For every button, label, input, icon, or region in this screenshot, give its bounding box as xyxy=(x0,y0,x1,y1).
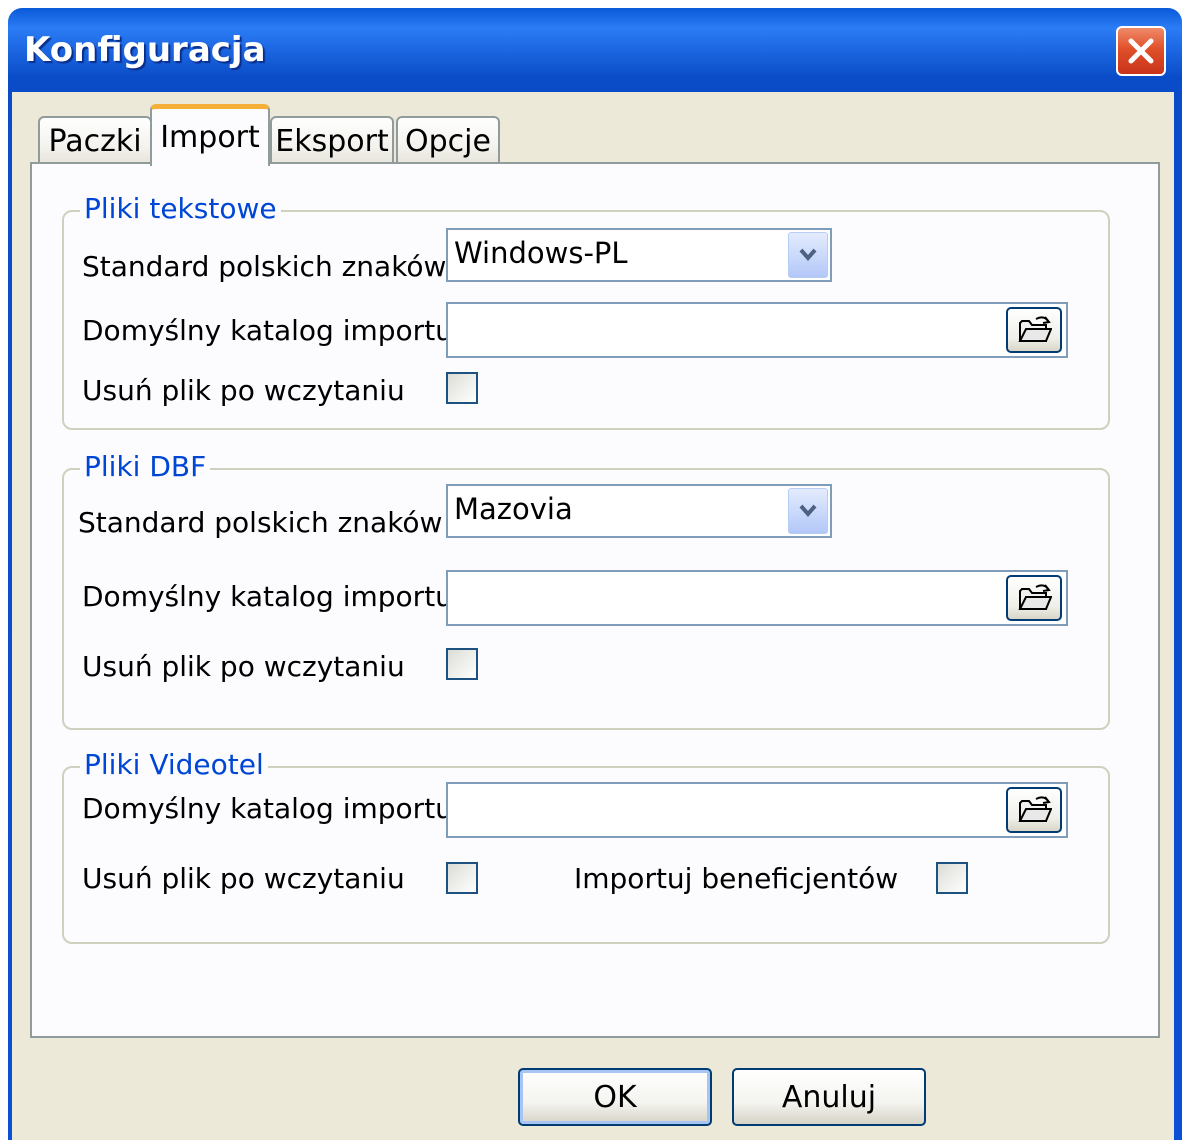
tab-opcje[interactable]: Opcje xyxy=(396,116,500,164)
dir-input[interactable] xyxy=(452,576,1000,622)
browse-button[interactable] xyxy=(1006,575,1062,621)
charset-label: Standard polskich znaków xyxy=(78,506,443,539)
dir-field xyxy=(446,782,1068,838)
tab-eksport[interactable]: Eksport xyxy=(270,116,394,164)
ok-label: OK xyxy=(593,1079,637,1115)
folder-open-icon xyxy=(1018,796,1052,822)
dir-label: Domyślny katalog importu xyxy=(82,580,453,613)
dialog-window: Konfiguracja Paczki Import Eksport Opcje… xyxy=(8,8,1182,1140)
title-bar[interactable]: Konfiguracja xyxy=(8,8,1182,92)
delete-label: Usuń plik po wczytaniu xyxy=(82,374,405,407)
close-button[interactable] xyxy=(1116,26,1166,76)
dropdown-button[interactable] xyxy=(788,232,828,278)
tab-label: Paczki xyxy=(48,123,142,159)
beneficiaries-label: Importuj beneficjentów xyxy=(574,862,899,895)
combo-value: Windows-PL xyxy=(454,236,628,270)
tab-paczki[interactable]: Paczki xyxy=(38,116,152,164)
group-videotel-files: Pliki Videotel Domyślny katalog importu … xyxy=(62,748,1110,944)
group-dbf-files: Pliki DBF Standard polskich znaków Mazov… xyxy=(62,450,1110,730)
dir-label: Domyślny katalog importu xyxy=(82,792,453,825)
dir-input[interactable] xyxy=(452,308,1000,354)
window-title: Konfiguracja xyxy=(24,30,266,70)
folder-open-icon xyxy=(1018,584,1052,610)
tab-label: Eksport xyxy=(275,123,389,159)
charset-label: Standard polskich znaków xyxy=(82,250,447,283)
combo-value: Mazovia xyxy=(454,492,573,526)
import-beneficiaries-checkbox[interactable] xyxy=(936,862,968,894)
charset-select[interactable]: Windows-PL xyxy=(446,228,832,282)
tab-import[interactable]: Import xyxy=(150,104,270,166)
folder-open-icon xyxy=(1018,316,1052,342)
charset-select[interactable]: Mazovia xyxy=(446,484,832,538)
dir-label: Domyślny katalog importu xyxy=(82,314,453,347)
close-icon xyxy=(1128,38,1154,64)
cancel-button[interactable]: Anuluj xyxy=(732,1068,926,1126)
browse-button[interactable] xyxy=(1006,307,1062,353)
dir-field xyxy=(446,302,1068,358)
delete-after-load-checkbox[interactable] xyxy=(446,862,478,894)
group-text-files: Pliki tekstowe Standard polskich znaków … xyxy=(62,192,1110,430)
ok-button[interactable]: OK xyxy=(518,1068,712,1126)
dir-input[interactable] xyxy=(452,788,1000,834)
cancel-label: Anuluj xyxy=(781,1079,877,1115)
delete-after-load-checkbox[interactable] xyxy=(446,648,478,680)
browse-button[interactable] xyxy=(1006,787,1062,833)
group-legend: Pliki Videotel xyxy=(80,748,268,781)
delete-label: Usuń plik po wczytaniu xyxy=(82,650,405,683)
group-legend: Pliki DBF xyxy=(80,450,211,483)
delete-label: Usuń plik po wczytaniu xyxy=(82,862,405,895)
tab-label: Opcje xyxy=(405,123,491,159)
chevron-down-icon xyxy=(799,248,817,262)
dialog-client-area: Paczki Import Eksport Opcje Pliki teksto… xyxy=(12,92,1174,1140)
delete-after-load-checkbox[interactable] xyxy=(446,372,478,404)
dropdown-button[interactable] xyxy=(788,488,828,534)
group-legend: Pliki tekstowe xyxy=(80,192,281,225)
chevron-down-icon xyxy=(799,504,817,518)
tab-label: Import xyxy=(160,120,260,155)
import-tab-panel: Pliki tekstowe Standard polskich znaków … xyxy=(30,162,1160,1038)
dir-field xyxy=(446,570,1068,626)
